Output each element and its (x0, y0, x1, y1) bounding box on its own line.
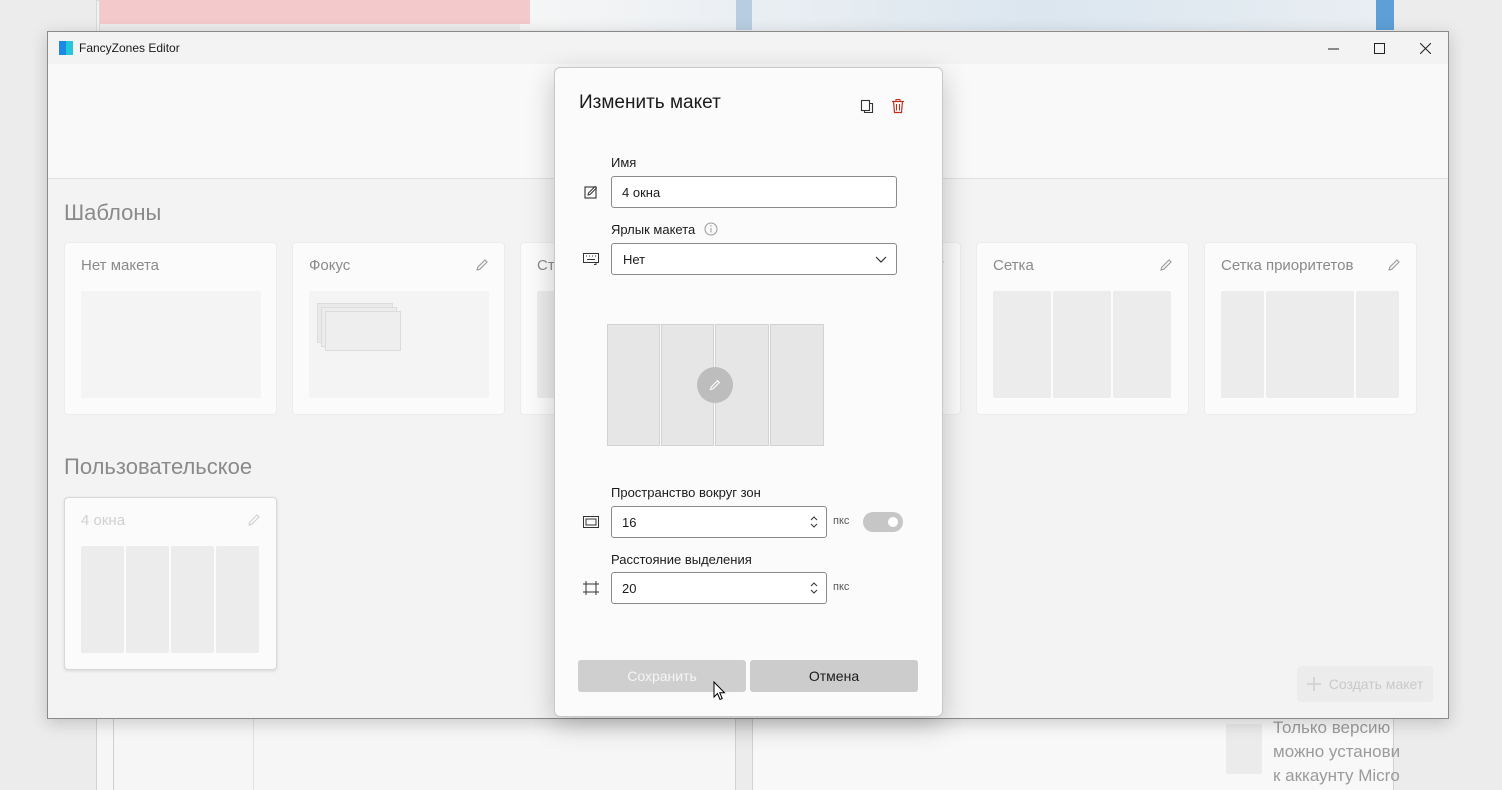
close-button[interactable] (1402, 32, 1448, 64)
shortcut-value: Нет (623, 251, 646, 267)
spacing-icon (582, 513, 600, 531)
template-card-priority-grid[interactable]: Сетка приоритетов (1204, 242, 1417, 415)
background-window-fragment (1376, 0, 1394, 30)
dialog-title: Изменить макет (579, 92, 721, 113)
maximize-icon (1373, 42, 1385, 54)
layout-name-input[interactable]: 4 окна (611, 176, 897, 208)
layout-preview (1221, 291, 1401, 398)
layout-preview-editor (607, 324, 824, 446)
edit-layout-dialog: Изменить макет Имя 4 окна Ярлык макета Н… (554, 67, 943, 717)
background-window (96, 718, 736, 790)
spacing-value: 16 (622, 514, 637, 530)
delete-icon (892, 99, 904, 114)
maximize-button[interactable] (1356, 32, 1402, 64)
preview-zone (770, 324, 824, 446)
layout-preview (81, 291, 261, 398)
desktop-background (520, 0, 1380, 30)
layout-preview (993, 291, 1173, 398)
edit-zones-button[interactable] (697, 367, 733, 403)
card-title: Сетка приоритетов (1221, 257, 1354, 274)
template-card-grid[interactable]: Сетка (976, 242, 1189, 415)
layout-preview (309, 291, 489, 398)
custom-layout-card[interactable]: 4 окна (64, 497, 277, 670)
rename-icon (582, 183, 600, 201)
card-title: Нет макета (81, 257, 159, 274)
spacing-unit: пкс (833, 515, 850, 527)
keyboard-icon (582, 250, 600, 268)
title-bar[interactable]: FancyZones Editor (48, 32, 1448, 64)
spacing-input[interactable]: 16 (611, 506, 827, 538)
background-note: Только версию можно установи к аккаунту … (1273, 718, 1401, 785)
distance-label: Расстояние выделения (611, 552, 752, 567)
template-card-none[interactable]: Нет макета (64, 242, 277, 415)
spacing-label: Пространство вокруг зон (611, 485, 761, 500)
templates-heading: Шаблоны (64, 200, 162, 225)
distance-icon (582, 579, 600, 597)
name-label: Имя (611, 155, 637, 170)
plus-icon (1306, 677, 1321, 691)
card-title: Сетка (993, 257, 1034, 274)
edit-icon[interactable] (474, 257, 490, 273)
window-title: FancyZones Editor (79, 41, 180, 55)
card-title: Фокус (309, 257, 351, 274)
background-image (1226, 724, 1262, 774)
layout-preview (81, 546, 261, 653)
distance-input[interactable]: 20 (611, 572, 827, 604)
info-icon[interactable] (704, 222, 718, 236)
shortcut-select[interactable]: Нет (611, 243, 897, 275)
shortcut-label: Ярлык макета (611, 222, 718, 237)
distance-value: 20 (622, 580, 637, 596)
edit-icon[interactable] (1386, 257, 1402, 273)
background-window-fragment (736, 0, 752, 30)
create-layout-label: Создать макет (1328, 676, 1424, 692)
delete-layout-button[interactable] (888, 96, 908, 116)
distance-unit: пкс (833, 581, 850, 593)
duplicate-layout-button[interactable] (857, 96, 877, 116)
edit-icon[interactable] (1158, 257, 1174, 273)
minimize-button[interactable] (1310, 32, 1356, 64)
pencil-icon (709, 379, 721, 391)
template-card-focus[interactable]: Фокус (292, 242, 505, 415)
card-title: 4 окна (81, 512, 126, 529)
copy-icon (860, 99, 874, 114)
chevron-down-icon (875, 256, 887, 263)
edit-icon[interactable] (246, 512, 262, 528)
custom-heading: Пользовательское (64, 454, 253, 479)
spacing-toggle[interactable] (863, 512, 903, 532)
cancel-button[interactable]: Отмена (750, 660, 918, 692)
background-window-fragment (100, 0, 530, 24)
minimize-icon (1327, 48, 1339, 49)
app-icon (59, 41, 73, 55)
mouse-cursor-icon (713, 681, 726, 701)
preview-zone (607, 324, 660, 446)
spinner-icon[interactable] (809, 514, 819, 530)
spinner-icon[interactable] (809, 580, 819, 596)
close-icon (1419, 42, 1431, 54)
create-layout-button[interactable]: Создать макет (1297, 666, 1433, 702)
